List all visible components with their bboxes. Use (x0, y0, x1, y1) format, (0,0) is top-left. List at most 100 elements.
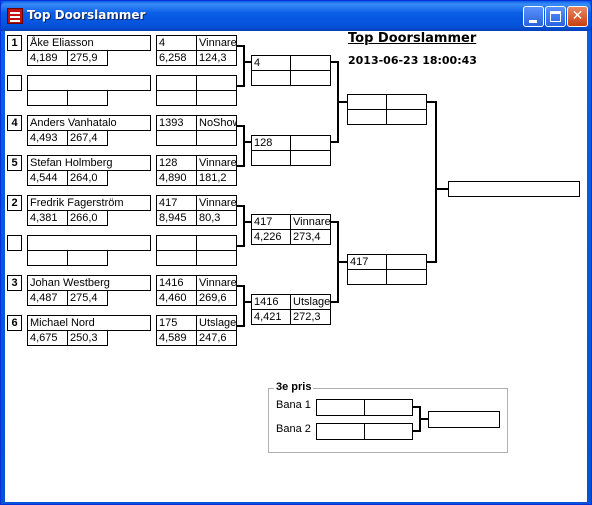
result-a[interactable]: 1393 (156, 115, 197, 131)
speed[interactable]: 275,9 (67, 50, 108, 66)
final-winner[interactable] (448, 181, 580, 197)
close-button[interactable]: ✕ (567, 6, 588, 27)
driver-name[interactable]: Stefan Holmberg (27, 155, 151, 171)
speed[interactable]: 266,0 (67, 210, 108, 226)
minimize-button[interactable] (523, 6, 544, 27)
driver-name[interactable]: Michael Nord (27, 315, 151, 331)
result-c[interactable]: 4,890 (156, 170, 197, 186)
connector (435, 188, 448, 190)
result-b[interactable] (196, 75, 237, 91)
result-a[interactable]: 1416 (156, 275, 197, 291)
sf-m2-a[interactable]: 417 (347, 254, 387, 270)
seed-number: 4 (7, 115, 22, 131)
result-d[interactable] (196, 130, 237, 146)
result-b[interactable]: NoShow (196, 115, 237, 131)
result-a[interactable]: 4 (156, 35, 197, 51)
connector (435, 101, 437, 263)
speed[interactable]: 250,3 (67, 330, 108, 346)
seed-number: 6 (7, 315, 22, 331)
lane1-input-a[interactable] (316, 399, 365, 416)
maximize-button[interactable] (545, 6, 566, 27)
reaction-time[interactable] (27, 90, 68, 106)
sf-m1-c[interactable] (347, 109, 387, 125)
r2-m4-a[interactable]: 1416 (251, 294, 291, 310)
r2-m4-c[interactable]: 4,421 (251, 309, 291, 325)
reaction-time[interactable]: 4,381 (27, 210, 68, 226)
result-c[interactable]: 4,460 (156, 290, 197, 306)
reaction-time[interactable] (27, 250, 68, 266)
result-b[interactable]: Utslagen (196, 315, 237, 331)
result-b[interactable] (196, 235, 237, 251)
r2-m1-c[interactable] (251, 70, 291, 86)
r2-m3-b[interactable]: Vinnare (290, 214, 331, 230)
lane1-input-b[interactable] (364, 399, 413, 416)
reaction-time[interactable]: 4,675 (27, 330, 68, 346)
r2-m1-a[interactable]: 4 (251, 55, 291, 71)
sf-m1-a[interactable] (347, 94, 387, 110)
third-place-label: 3e pris (274, 381, 314, 393)
connector (243, 301, 251, 303)
r2-m2-d[interactable] (290, 150, 331, 166)
result-a[interactable] (156, 75, 197, 91)
sf-m2-d[interactable] (386, 269, 427, 285)
lane2-label: Bana 2 (276, 423, 311, 435)
r2-m1-b[interactable] (290, 55, 331, 71)
result-d[interactable]: 80,3 (196, 210, 237, 226)
driver-name[interactable]: Anders Vanhatalo (27, 115, 151, 131)
seed-number: 2 (7, 195, 22, 211)
driver-name[interactable] (27, 235, 151, 251)
result-a[interactable]: 417 (156, 195, 197, 211)
r2-m2-a[interactable]: 128 (251, 135, 291, 151)
result-c[interactable]: 6,258 (156, 50, 197, 66)
sf-m2-b[interactable] (386, 254, 427, 270)
sf-m1-d[interactable] (386, 109, 427, 125)
result-c[interactable] (156, 90, 197, 106)
result-b[interactable]: Vinnare (196, 275, 237, 291)
reaction-time[interactable]: 4,487 (27, 290, 68, 306)
sf-m2-c[interactable] (347, 269, 387, 285)
result-d[interactable]: 269,6 (196, 290, 237, 306)
result-b[interactable]: Vinnare (196, 35, 237, 51)
speed[interactable] (67, 90, 108, 106)
result-a[interactable]: 128 (156, 155, 197, 171)
r2-m4-b[interactable]: Utslagen (290, 294, 331, 310)
result-b[interactable]: Vinnare (196, 155, 237, 171)
result-d[interactable]: 247,6 (196, 330, 237, 346)
driver-name[interactable]: Fredrik Fagerström (27, 195, 151, 211)
result-d[interactable] (196, 90, 237, 106)
result-d[interactable]: 181,2 (196, 170, 237, 186)
speed[interactable]: 264,0 (67, 170, 108, 186)
result-c[interactable] (156, 250, 197, 266)
r2-m4-d[interactable]: 272,3 (290, 309, 331, 325)
result-b[interactable]: Vinnare (196, 195, 237, 211)
result-a[interactable] (156, 235, 197, 251)
result-c[interactable]: 4,589 (156, 330, 197, 346)
r2-m3-c[interactable]: 4,226 (251, 229, 291, 245)
title-bar[interactable]: Top Doorslammer ✕ (1, 1, 591, 31)
lane2-input-a[interactable] (316, 423, 365, 440)
r2-m3-d[interactable]: 273,4 (290, 229, 331, 245)
reaction-time[interactable]: 4,544 (27, 170, 68, 186)
lane2-input-b[interactable] (364, 423, 413, 440)
result-d[interactable] (196, 250, 237, 266)
timestamp: 2013-06-23 18:00:43 (348, 54, 477, 67)
result-a[interactable]: 175 (156, 315, 197, 331)
r2-m1-d[interactable] (290, 70, 331, 86)
speed[interactable] (67, 250, 108, 266)
connector (243, 125, 245, 167)
result-d[interactable]: 124,3 (196, 50, 237, 66)
reaction-time[interactable]: 4,189 (27, 50, 68, 66)
reaction-time[interactable]: 4,493 (27, 130, 68, 146)
r2-m2-c[interactable] (251, 150, 291, 166)
driver-name[interactable]: Åke Eliasson (27, 35, 151, 51)
result-c[interactable] (156, 130, 197, 146)
result-c[interactable]: 8,945 (156, 210, 197, 226)
third-place-result[interactable] (428, 411, 500, 428)
r2-m3-a[interactable]: 417 (251, 214, 291, 230)
r2-m2-b[interactable] (290, 135, 331, 151)
speed[interactable]: 275,4 (67, 290, 108, 306)
driver-name[interactable] (27, 75, 151, 91)
speed[interactable]: 267,4 (67, 130, 108, 146)
sf-m1-b[interactable] (386, 94, 427, 110)
driver-name[interactable]: Johan Westberg (27, 275, 151, 291)
